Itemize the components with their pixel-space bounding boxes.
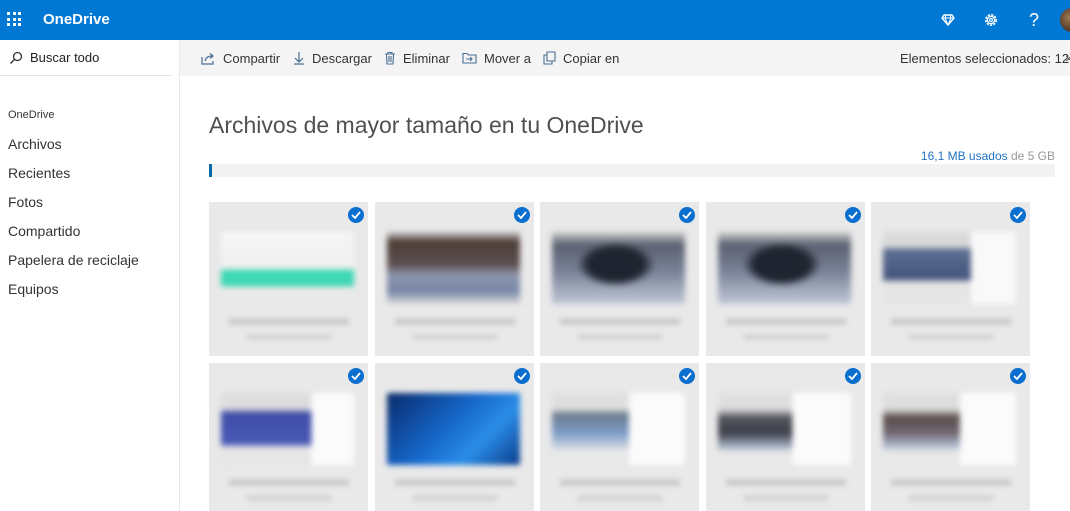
checkmark-icon[interactable] (348, 207, 364, 223)
file-thumbnail (718, 393, 851, 465)
storage-bar-fill (209, 164, 212, 177)
search-box[interactable]: Buscar todo (0, 40, 172, 76)
file-name-blurred (229, 318, 349, 325)
waffle-icon[interactable] (7, 12, 21, 26)
checkmark-icon[interactable] (1010, 368, 1026, 384)
file-thumbnail (552, 232, 685, 304)
file-thumbnail (221, 393, 354, 465)
sidebar-item-equipos[interactable]: Equipos (0, 279, 178, 308)
file-meta-blurred (744, 334, 828, 340)
file-thumbnail (387, 232, 520, 304)
command-bar: Compartir Descargar Eliminar Mover a Cop… (180, 40, 1070, 76)
file-tile[interactable] (540, 363, 699, 511)
app-title[interactable]: OneDrive (43, 11, 110, 28)
file-name-blurred (891, 318, 1011, 325)
checkmark-icon[interactable] (514, 207, 530, 223)
checkmark-icon[interactable] (845, 368, 861, 384)
file-name-blurred (395, 318, 515, 325)
file-thumbnail (883, 393, 1016, 465)
copy-label: Copiar en (563, 50, 620, 66)
sidebar-item-archivos[interactable]: Archivos (0, 134, 178, 163)
checkmark-icon[interactable] (679, 368, 695, 384)
file-tile[interactable] (209, 363, 368, 511)
file-thumbnail (387, 393, 520, 465)
file-tile[interactable] (871, 202, 1030, 356)
file-name-blurred (560, 479, 680, 486)
file-meta-blurred (413, 334, 497, 340)
file-thumbnail (552, 393, 685, 465)
share-button[interactable]: Compartir (201, 40, 280, 76)
avatar[interactable] (1060, 8, 1070, 32)
sidebar-item-fotos[interactable]: Fotos (0, 192, 178, 221)
diamond-icon[interactable] (931, 0, 965, 40)
copy-icon (543, 51, 556, 65)
help-glyph: ? (1028, 10, 1039, 30)
file-meta-blurred (578, 334, 662, 340)
file-meta-blurred (578, 495, 662, 501)
download-label: Descargar (312, 50, 372, 66)
file-thumbnail (883, 232, 1016, 304)
sidebar-item-recientes[interactable]: Recientes (0, 163, 178, 192)
checkmark-icon[interactable] (514, 368, 530, 384)
file-meta-blurred (413, 495, 497, 501)
file-tile[interactable] (540, 202, 699, 356)
file-thumbnail (221, 232, 354, 304)
checkmark-icon[interactable] (348, 368, 364, 384)
share-icon (201, 52, 214, 65)
download-icon (294, 52, 304, 65)
file-tile[interactable] (871, 363, 1030, 511)
file-name-blurred (560, 318, 680, 325)
file-tile[interactable] (706, 202, 865, 356)
move-label: Mover a (484, 50, 531, 66)
storage-bar (209, 164, 1055, 177)
file-tile[interactable] (706, 363, 865, 511)
checkmark-icon[interactable] (845, 207, 861, 223)
file-name-blurred (229, 479, 349, 486)
file-meta-blurred (247, 495, 331, 501)
sidebar-nav: Archivos Recientes Fotos Compartido Pape… (0, 134, 178, 308)
search-label: Buscar todo (30, 50, 100, 65)
selected-count: Elementos seleccionados: 12 (900, 50, 1070, 66)
help-icon[interactable]: ? (1017, 0, 1051, 40)
sidebar-item-compartido[interactable]: Compartido (0, 221, 178, 250)
checkmark-icon[interactable] (1010, 207, 1026, 223)
delete-button[interactable]: Eliminar (384, 40, 450, 76)
move-to-button[interactable]: Mover a (462, 40, 531, 76)
download-button[interactable]: Descargar (293, 40, 372, 76)
file-tile[interactable] (209, 202, 368, 356)
page-title: Archivos de mayor tamaño en tu OneDrive (209, 112, 644, 138)
file-thumbnail (718, 232, 851, 304)
sidebar: Buscar todo OneDrive Archivos Recientes … (0, 40, 180, 511)
file-name-blurred (726, 318, 846, 325)
file-meta-blurred (744, 495, 828, 501)
sidebar-section-label: OneDrive (8, 109, 55, 121)
share-label: Compartir (223, 50, 281, 66)
delete-label: Eliminar (403, 50, 450, 66)
copy-to-button[interactable]: Copiar en (543, 40, 619, 76)
trash-icon (385, 51, 395, 65)
move-icon (462, 52, 477, 64)
top-bar: OneDrive ? (0, 0, 1070, 40)
storage-usage[interactable]: 16,1 MB usados de 5 GB (880, 149, 1055, 163)
file-meta-blurred (909, 334, 993, 340)
checkmark-icon[interactable] (679, 207, 695, 223)
file-tile[interactable] (375, 363, 534, 511)
close-icon[interactable]: × (1065, 51, 1070, 66)
sidebar-item-papelera[interactable]: Papelera de reciclaje (0, 250, 178, 279)
search-icon (10, 51, 23, 64)
file-name-blurred (891, 479, 1011, 486)
file-name-blurred (395, 479, 515, 486)
file-meta-blurred (247, 334, 331, 340)
file-meta-blurred (909, 495, 993, 501)
file-name-blurred (726, 479, 846, 486)
file-tile[interactable] (375, 202, 534, 356)
gear-icon[interactable] (974, 0, 1008, 40)
storage-used[interactable]: 16,1 MB usados (921, 149, 1008, 163)
storage-total: de 5 GB (1007, 149, 1055, 163)
